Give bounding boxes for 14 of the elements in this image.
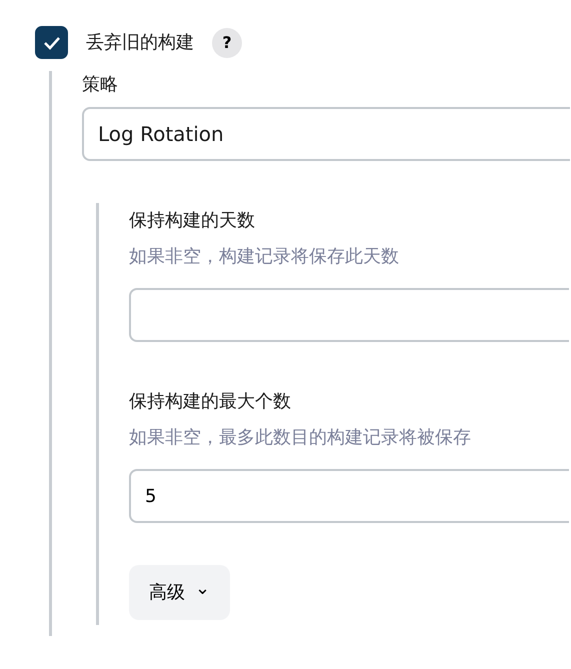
checkbox[interactable] (35, 26, 68, 59)
check-icon (42, 36, 60, 50)
caret-icon: ⌄ (195, 580, 210, 598)
field-label: 保持构建的最大个数 (129, 390, 292, 414)
field-hint: 如果非空，构建记录将保存此天数 (129, 245, 400, 269)
checkbox-label: 丢弃旧的构建 (86, 31, 194, 55)
input-field[interactable] (129, 288, 569, 342)
strategy-label: 策略 (82, 73, 119, 97)
input-field[interactable]: 5 (129, 469, 569, 523)
field-label: 保持构建的天数 (129, 209, 256, 233)
strategy-select[interactable]: Log Rotation (82, 107, 570, 161)
field-hint: 如果非空，最多此数目的构建记录将被保存 (129, 426, 472, 450)
help-button[interactable]: ? (212, 28, 242, 58)
advanced-button[interactable]: 高级 ⌄ (129, 565, 230, 620)
